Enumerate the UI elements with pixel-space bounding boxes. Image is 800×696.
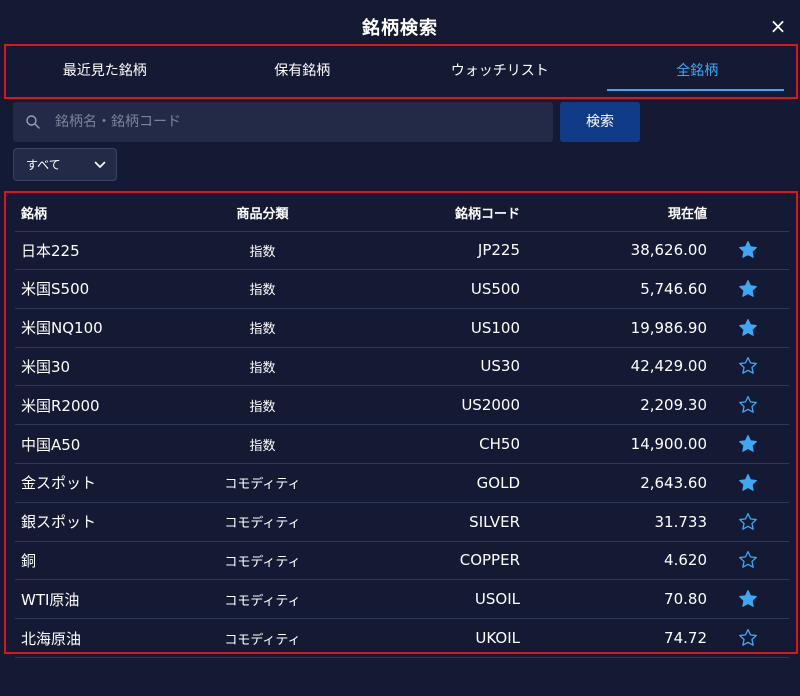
star-filled-icon[interactable] <box>738 434 758 454</box>
table-row[interactable]: 日本225 指数 JP225 38,626.00 <box>15 231 789 270</box>
symbol-code: GOLD <box>476 473 520 492</box>
table-row[interactable]: 金スポット コモディティ GOLD 2,643.60 <box>15 464 789 503</box>
symbol-code: US100 <box>470 318 520 337</box>
star-outline-icon[interactable] <box>738 512 758 532</box>
favorite-toggle[interactable] <box>707 628 789 648</box>
star-outline-icon[interactable] <box>738 356 758 376</box>
favorite-toggle[interactable] <box>707 512 789 532</box>
header-category: 商品分類 <box>236 206 289 222</box>
symbol-code: USOIL <box>474 590 520 609</box>
symbol-code: US2000 <box>461 396 520 415</box>
symbol-code: SILVER <box>469 512 520 531</box>
symbol-code: US30 <box>480 357 520 376</box>
close-icon[interactable]: × <box>766 14 790 38</box>
symbol-category: 指数 <box>249 244 276 260</box>
symbol-category: 指数 <box>249 399 276 415</box>
star-filled-icon[interactable] <box>738 240 758 260</box>
star-outline-icon[interactable] <box>738 628 758 648</box>
tab-bar: 最近見た銘柄 保有銘柄 ウォッチリスト 全銘柄 <box>6 46 796 97</box>
symbol-price: 19,986.90 <box>630 318 707 337</box>
symbol-category: 指数 <box>249 322 276 338</box>
search-box <box>13 102 553 142</box>
symbol-category: コモディティ <box>224 554 301 570</box>
star-outline-icon[interactable] <box>738 395 758 415</box>
favorite-toggle[interactable] <box>707 550 789 570</box>
search-button[interactable]: 検索 <box>560 102 640 142</box>
symbol-name: 銀スポット <box>21 513 97 532</box>
favorite-toggle[interactable] <box>707 318 789 338</box>
symbol-category: コモディティ <box>224 593 301 609</box>
star-outline-icon[interactable] <box>738 550 758 570</box>
tab-all-symbols[interactable]: 全銘柄 <box>599 46 797 97</box>
tab-recently-viewed[interactable]: 最近見た銘柄 <box>6 46 204 97</box>
symbol-name: 米国S500 <box>21 280 90 299</box>
table-row[interactable]: 銅 コモディティ COPPER 4.620 <box>15 541 789 581</box>
tab-watchlist[interactable]: ウォッチリスト <box>401 46 599 97</box>
header-name: 銘柄 <box>21 206 48 222</box>
favorite-toggle[interactable] <box>707 589 789 609</box>
symbol-name: 金スポット <box>21 474 97 493</box>
favorite-toggle[interactable] <box>707 395 789 415</box>
symbol-name: 米国R2000 <box>21 396 100 415</box>
symbol-price: 38,626.00 <box>630 241 707 259</box>
symbol-name: 北海原油 <box>21 629 82 648</box>
table-row[interactable]: 北海原油 コモディティ UKOIL 74.72 <box>15 619 789 658</box>
symbol-price: 31.733 <box>654 512 708 531</box>
table-row[interactable]: 中国A50 指数 CH50 14,900.00 <box>15 425 789 464</box>
search-icon <box>26 115 40 129</box>
symbol-category: コモディティ <box>224 477 301 493</box>
symbol-name: 米国30 <box>21 357 71 376</box>
favorite-toggle[interactable] <box>707 240 789 260</box>
star-filled-icon[interactable] <box>738 589 758 609</box>
symbol-category: コモディティ <box>224 516 301 532</box>
symbol-category: 指数 <box>249 438 276 454</box>
symbol-code: CH50 <box>479 435 520 453</box>
symbol-price: 2,209.30 <box>640 396 707 415</box>
symbol-category: 指数 <box>249 283 276 299</box>
header-price: 現在値 <box>667 206 707 222</box>
dialog-title: 銘柄検索 <box>362 18 438 39</box>
table-row[interactable]: 米国S500 指数 US500 5,746.60 <box>15 270 789 309</box>
symbol-price: 2,643.60 <box>640 473 707 492</box>
tab-holdings[interactable]: 保有銘柄 <box>204 46 402 97</box>
symbol-price: 42,429.00 <box>630 357 707 376</box>
symbol-price: 5,746.60 <box>640 279 707 298</box>
star-filled-icon[interactable] <box>738 473 758 493</box>
symbol-table: 銘柄 商品分類 銘柄コード 現在値 日本225 指数 JP225 38,626.00 米… <box>4 191 798 658</box>
symbol-name: 銅 <box>21 551 37 570</box>
symbol-code: COPPER <box>459 551 520 570</box>
symbol-category: 指数 <box>249 360 276 376</box>
table-header: 銘柄 商品分類 銘柄コード 現在値 <box>15 193 789 232</box>
symbol-price: 70.80 <box>664 590 707 609</box>
table-row[interactable]: WTI原油 コモディティ USOIL 70.80 <box>15 580 789 620</box>
search-input[interactable] <box>53 102 553 142</box>
table-row[interactable]: 米国30 指数 US30 42,429.00 <box>15 347 789 387</box>
chevron-down-icon <box>94 161 106 168</box>
symbol-price: 14,900.00 <box>630 435 707 453</box>
symbol-name: 米国NQ100 <box>21 319 103 338</box>
category-filter-dropdown[interactable]: すべて <box>13 148 117 181</box>
table-row[interactable]: 銀スポット コモディティ SILVER 31.733 <box>15 503 789 542</box>
symbol-price: 74.72 <box>664 629 707 647</box>
table-row[interactable]: 米国R2000 指数 US2000 2,209.30 <box>15 386 789 426</box>
favorite-toggle[interactable] <box>707 356 789 376</box>
symbol-code: UKOIL <box>475 629 520 647</box>
filter-selected-value: すべて <box>26 158 61 172</box>
symbol-name: 日本225 <box>21 241 80 260</box>
tabs-highlight-box: 最近見た銘柄 保有銘柄 ウォッチリスト 全銘柄 <box>4 44 798 99</box>
favorite-toggle[interactable] <box>707 279 789 299</box>
symbol-category: コモディティ <box>224 632 301 648</box>
symbol-price: 4.620 <box>664 551 707 570</box>
favorite-toggle[interactable] <box>707 473 789 493</box>
header-code: 銘柄コード <box>454 206 520 222</box>
star-filled-icon[interactable] <box>738 318 758 338</box>
symbol-code: US500 <box>470 279 520 298</box>
symbol-code: JP225 <box>477 241 520 259</box>
symbol-name: 中国A50 <box>21 435 81 454</box>
symbol-name: WTI原油 <box>21 590 80 609</box>
favorite-toggle[interactable] <box>707 434 789 454</box>
star-filled-icon[interactable] <box>738 279 758 299</box>
table-row[interactable]: 米国NQ100 指数 US100 19,986.90 <box>15 309 789 348</box>
